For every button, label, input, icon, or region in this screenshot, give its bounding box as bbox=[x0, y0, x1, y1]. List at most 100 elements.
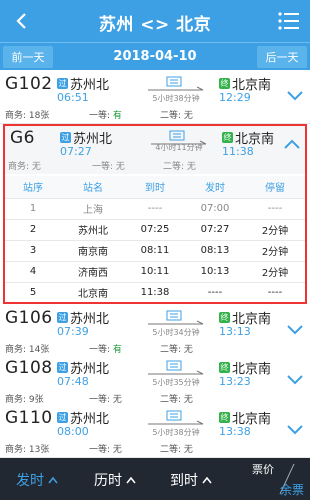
stop-station: 北京南 bbox=[78, 289, 108, 301]
sort-bar: 发时 历时 到时 票价 余票 bbox=[0, 458, 310, 500]
caret-up-icon bbox=[126, 476, 136, 484]
terminal-station-badge: 终 bbox=[219, 312, 230, 323]
trip-duration: 5小时38分钟 bbox=[152, 94, 200, 103]
seat-availability: 有 bbox=[112, 111, 122, 121]
train-number: G110 bbox=[5, 408, 53, 428]
terminal-station-badge: 终 bbox=[219, 412, 230, 423]
stop-seq: 3 bbox=[5, 240, 61, 262]
business-seat-count: 商务: 18张 bbox=[5, 111, 50, 121]
seat-availability: 无 bbox=[112, 445, 122, 455]
stop-depart: 07:27 bbox=[185, 219, 245, 241]
fare-tickets-toggle[interactable]: 票价 余票 bbox=[244, 458, 310, 500]
arrival-time: 11:38 bbox=[222, 145, 254, 158]
pass-station-badge: 过 bbox=[57, 412, 68, 423]
train-row[interactable]: G108 过 苏州北 07:48 5小时35分钟 终 北京南 13:23 商务:… bbox=[0, 355, 310, 408]
list-menu-icon bbox=[278, 12, 299, 30]
train-row[interactable]: G110 过 苏州北 08:00 5小时38分钟 终 北京南 13:38 商务:… bbox=[0, 405, 310, 458]
stop-station: 济南西 bbox=[61, 261, 125, 283]
tickets-label: 余票 bbox=[279, 483, 304, 497]
stop-table-header: 站序 站名 到时 发时 停留 bbox=[5, 176, 305, 199]
trip-duration: 4小时11分钟 bbox=[155, 143, 203, 152]
stop-seq: 5 bbox=[29, 287, 37, 299]
train-row[interactable]: G106 过 苏州北 07:39 5小时34分钟 终 北京南 13:13 商务:… bbox=[0, 305, 310, 358]
chevron-down-icon[interactable] bbox=[285, 369, 305, 389]
pass-station-badge: 过 bbox=[60, 132, 71, 143]
column-header: 到时 bbox=[125, 176, 185, 199]
sort-by-duration[interactable]: 历时 bbox=[94, 470, 136, 490]
departure-time: 07:48 bbox=[57, 375, 89, 388]
seat-availability: 无 bbox=[112, 395, 122, 405]
chevron-down-icon[interactable] bbox=[285, 419, 305, 439]
stop-arrive: 11:38 bbox=[140, 287, 170, 299]
chevron-down-icon[interactable] bbox=[285, 85, 305, 105]
business-seat-count: 商务: 9张 bbox=[5, 395, 44, 405]
column-header: 站序 bbox=[5, 176, 61, 199]
pass-station-badge: 过 bbox=[57, 78, 68, 89]
sort-label: 到时 bbox=[170, 473, 198, 489]
train-row[interactable]: G102 过 苏州北 06:51 5小时38分钟 终 北京南 12:29 商务:… bbox=[0, 71, 310, 124]
stop-dwell: 2分钟 bbox=[245, 219, 305, 241]
train-number: G108 bbox=[5, 358, 53, 378]
stop-depart: ---- bbox=[207, 287, 223, 299]
stop-seq: 2 bbox=[5, 219, 61, 241]
second-class-seat: 二等: 无 bbox=[160, 395, 193, 405]
pass-station-badge: 过 bbox=[57, 362, 68, 373]
second-class-seat: 二等: 无 bbox=[160, 445, 193, 455]
stop-row: 2 苏州北 07:25 07:27 2分钟 bbox=[5, 219, 305, 241]
first-class-seat: 一等: 无 bbox=[89, 442, 122, 455]
stop-dwell: ---- bbox=[245, 198, 305, 220]
sort-label: 历时 bbox=[94, 473, 122, 489]
seat-label: 一等: bbox=[89, 345, 113, 355]
sort-label: 发时 bbox=[16, 473, 44, 489]
stop-row: 5 北京南 11:38 ---- ---- bbox=[5, 282, 305, 303]
seat-label: 一等: bbox=[89, 111, 113, 121]
stop-station: 苏州北 bbox=[61, 219, 125, 241]
stop-dwell: 2分钟 bbox=[245, 261, 305, 283]
stop-arrive: 08:11 bbox=[125, 240, 185, 262]
stop-row: 4 济南西 10:11 10:13 2分钟 bbox=[5, 261, 305, 283]
seat-availability: 有 bbox=[112, 345, 122, 355]
date-bar: 前一天 2018-04-10 后一天 bbox=[0, 42, 310, 70]
first-class-seat: 一等: 无 bbox=[92, 162, 125, 172]
sort-by-arrival[interactable]: 到时 bbox=[170, 470, 212, 490]
stop-depart: 07:00 bbox=[185, 198, 245, 220]
column-header: 停留 bbox=[245, 176, 305, 199]
stop-row: 1 上海 ---- 07:00 ---- bbox=[5, 198, 305, 220]
chevron-down-icon[interactable] bbox=[285, 319, 305, 339]
first-class-seat: 一等: 无 bbox=[89, 392, 122, 405]
first-class-seat: 一等: 有 bbox=[89, 342, 122, 355]
terminal-station-badge: 终 bbox=[222, 132, 233, 143]
top-bar: 苏州 <> 北京 bbox=[0, 0, 310, 42]
next-day-button[interactable]: 后一天 bbox=[257, 46, 307, 68]
stop-dwell: 2分钟 bbox=[245, 240, 305, 262]
second-class-seat: 二等: 无 bbox=[160, 111, 193, 121]
fare-label: 票价 bbox=[252, 463, 274, 476]
stop-dwell: ---- bbox=[267, 287, 283, 299]
second-class-seat: 二等: 无 bbox=[163, 162, 196, 172]
stop-seq: 4 bbox=[5, 261, 61, 283]
column-header: 站名 bbox=[61, 176, 125, 199]
departure-time: 07:27 bbox=[60, 145, 92, 158]
arrival-time: 12:29 bbox=[219, 91, 251, 104]
trip-duration: 5小时34分钟 bbox=[152, 328, 200, 337]
arrival-time: 13:23 bbox=[219, 375, 251, 388]
departure-time: 08:00 bbox=[57, 425, 89, 438]
stop-arrive: 07:25 bbox=[125, 219, 185, 241]
arrival-time: 13:13 bbox=[219, 325, 251, 338]
stop-arrive: ---- bbox=[125, 198, 185, 220]
chevron-up-icon[interactable] bbox=[282, 135, 302, 155]
business-seat-count: 商务: 13张 bbox=[5, 445, 50, 455]
business-seat-count: 商务: 14张 bbox=[5, 345, 50, 355]
stop-arrive: 10:11 bbox=[125, 261, 185, 283]
sort-by-departure[interactable]: 发时 bbox=[16, 470, 58, 490]
menu-button[interactable] bbox=[276, 8, 302, 34]
stop-timetable: 站序 站名 到时 发时 停留 1 上海 ---- 07:00 ---- 2 苏州… bbox=[5, 176, 305, 303]
stop-station: 南京南 bbox=[61, 240, 125, 262]
seat-label: 一等: bbox=[89, 445, 113, 455]
column-header: 发时 bbox=[185, 176, 245, 199]
caret-up-icon bbox=[48, 476, 58, 484]
expanded-train-card: G6 过 苏州北 07:27 4小时11分钟 终 北京南 11:38 商务: 无… bbox=[3, 124, 307, 304]
train-row-expanded[interactable]: G6 过 苏州北 07:27 4小时11分钟 终 北京南 11:38 商务: 无… bbox=[5, 126, 305, 174]
trip-duration: 5小时38分钟 bbox=[152, 428, 200, 437]
first-class-seat: 一等: 有 bbox=[89, 108, 122, 121]
